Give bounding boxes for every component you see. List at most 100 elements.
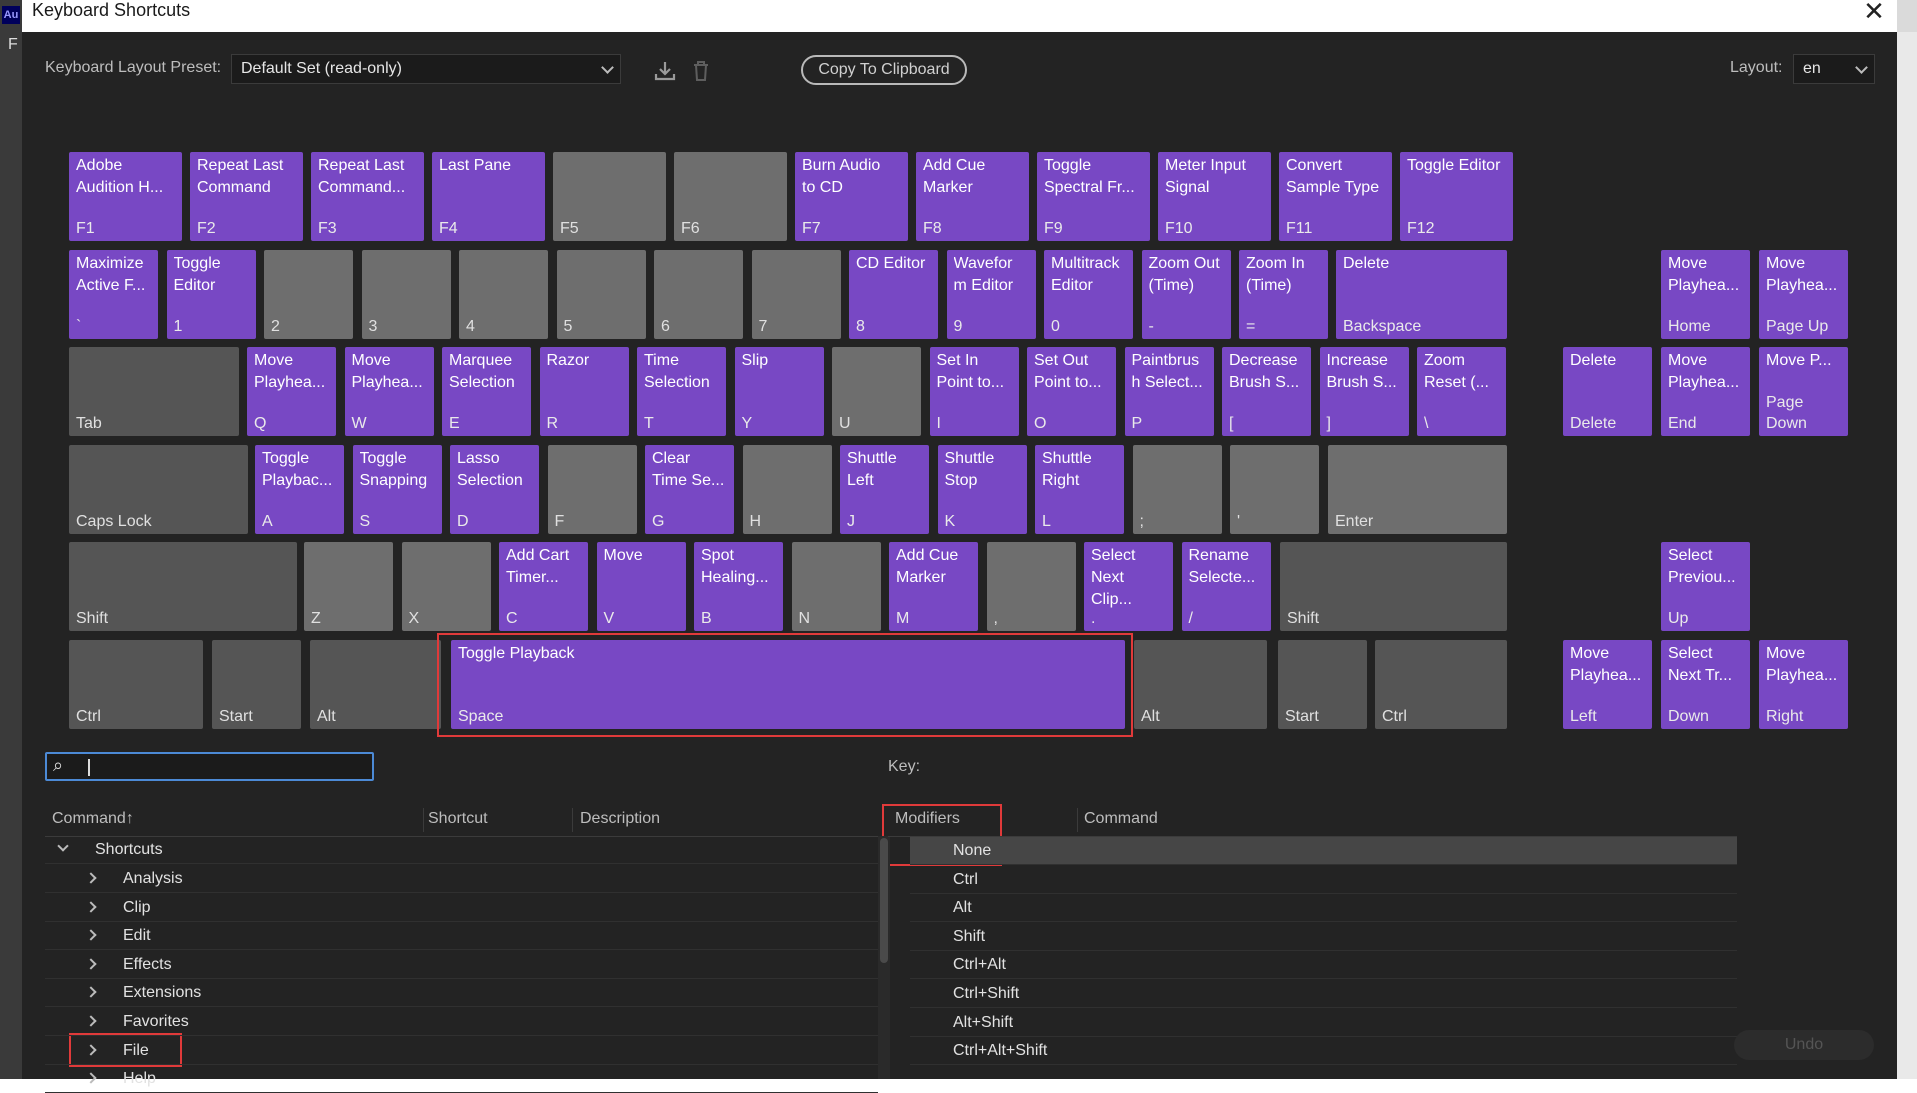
modifier-row-alt-shift[interactable]: Alt+Shift [910, 1009, 1737, 1037]
key-f3[interactable]: Repeat Last Command... F3 [311, 152, 424, 241]
key-c[interactable]: Add Cart Timer... C [499, 542, 588, 631]
key-symbol[interactable]: Zoom In (Time) = [1239, 250, 1328, 339]
key-f8[interactable]: Add Cue Marker F8 [916, 152, 1029, 241]
key-symbol[interactable]: Increase Brush S...] [1319, 347, 1409, 436]
modifier-row-none[interactable]: None [910, 837, 1737, 865]
search-input[interactable]: ⌕ [45, 752, 374, 781]
key-e[interactable]: Marquee Selection E [442, 347, 531, 436]
key-s[interactable]: Toggle Snapping S [352, 445, 442, 534]
key-f1[interactable]: Adobe Audition H... F1 [69, 152, 182, 241]
key-shift[interactable]: Shift [1280, 542, 1507, 631]
key-symbol[interactable]: ' [1230, 445, 1319, 534]
tree-item-effects[interactable]: Effects [45, 951, 878, 979]
key-right[interactable]: Move Playhea... Right [1759, 640, 1848, 729]
key-8[interactable]: CD Editor 8 [849, 250, 938, 339]
key-y[interactable]: Slip Y [734, 347, 824, 436]
key-4[interactable]: 4 [459, 250, 548, 339]
key-9[interactable]: Wavefor m Editor 9 [946, 250, 1036, 339]
key-caps-lock[interactable]: Caps Lock [69, 445, 248, 534]
scrollbar-thumb[interactable] [880, 838, 888, 963]
chevron-right-icon[interactable] [85, 900, 97, 913]
key-page-down[interactable]: Move P... Page Down [1759, 347, 1848, 436]
key-j[interactable]: Shuttle Left J [840, 445, 929, 534]
column-header-shortcut[interactable]: Shortcut [428, 810, 488, 828]
key-0[interactable]: Multitrack Editor 0 [1044, 250, 1133, 339]
key-f12[interactable]: Toggle Editor F12 [1400, 152, 1513, 241]
copy-to-clipboard-button[interactable]: Copy To Clipboard [801, 55, 967, 85]
tree-item-help[interactable]: Help [45, 1065, 878, 1093]
key-tab[interactable]: Tab [69, 347, 239, 436]
key-3[interactable]: 3 [361, 250, 451, 339]
modifier-row-alt[interactable]: Alt [910, 894, 1737, 923]
key-down[interactable]: Select Next Tr... Down [1661, 640, 1750, 729]
tree-item-edit[interactable]: Edit [45, 922, 878, 951]
key-left[interactable]: Move Playhea... Left [1563, 640, 1652, 729]
key-end[interactable]: Move Playhea... End [1661, 347, 1750, 436]
key-f2[interactable]: Repeat Last Command F2 [190, 152, 303, 241]
key-f4[interactable]: Last Pane F4 [432, 152, 545, 241]
key-l[interactable]: Shuttle Right L [1035, 445, 1124, 534]
chevron-down-icon[interactable] [57, 840, 69, 852]
column-divider[interactable] [1077, 808, 1078, 832]
key-v[interactable]: Move V [596, 542, 686, 631]
key-backspace[interactable]: Delete Backspace [1336, 250, 1507, 339]
key-symbol[interactable]: Decrease Brush S... [ [1222, 347, 1311, 436]
tree-item-favorites[interactable]: Favorites [45, 1008, 878, 1036]
key-u[interactable]: U [832, 347, 921, 436]
modifier-row-ctrl-shift[interactable]: Ctrl+Shift [910, 980, 1737, 1008]
key-z[interactable]: Z [304, 542, 393, 631]
key-space[interactable]: Toggle Playback Space [451, 640, 1125, 729]
key-b[interactable]: Spot Healing... B [694, 542, 783, 631]
trash-icon[interactable] [688, 58, 714, 84]
close-icon[interactable]: ✕ [1859, 0, 1889, 28]
key-r[interactable]: Razor R [539, 347, 629, 436]
chevron-right-icon[interactable] [85, 872, 97, 884]
download-icon[interactable] [652, 58, 678, 84]
key-t[interactable]: Time Selection T [637, 347, 726, 436]
scrollbar[interactable] [878, 836, 890, 1079]
chevron-right-icon[interactable] [85, 1072, 97, 1084]
key-shift[interactable]: Shift [69, 542, 297, 631]
key-alt[interactable]: Alt [1134, 640, 1267, 729]
tree-item-analysis[interactable]: Analysis [45, 865, 878, 893]
key-delete[interactable]: Delete Delete [1563, 347, 1652, 436]
key-q[interactable]: Move Playhea... Q [247, 347, 336, 436]
key-symbol[interactable]: Select Next Clip.... [1084, 542, 1173, 631]
chevron-right-icon[interactable] [85, 929, 97, 941]
key-a[interactable]: Toggle Playbac... A [255, 445, 344, 534]
key-page-up[interactable]: Move Playhea... Page Up [1759, 250, 1848, 339]
key-2[interactable]: 2 [264, 250, 353, 339]
chevron-right-icon[interactable] [85, 1015, 97, 1027]
key-f9[interactable]: Toggle Spectral Fr... F9 [1037, 152, 1150, 241]
key-symbol[interactable]: Zoom Out (Time) - [1141, 250, 1231, 339]
column-divider[interactable] [572, 808, 573, 832]
key-start[interactable]: Start [212, 640, 301, 729]
modifier-row-shift[interactable]: Shift [910, 923, 1737, 951]
key-o[interactable]: Set Out Point to... O [1027, 347, 1116, 436]
key-up[interactable]: Select Previou... Up [1661, 542, 1750, 631]
key-alt[interactable]: Alt [310, 640, 441, 729]
column-header-description[interactable]: Description [580, 810, 660, 828]
tree-item-shortcuts[interactable]: Shortcuts [45, 836, 878, 864]
chevron-right-icon[interactable] [85, 1043, 97, 1056]
key-f5[interactable]: F5 [553, 152, 666, 241]
key-symbol[interactable]: Maximize Active F... ` [69, 250, 158, 339]
key-start[interactable]: Start [1278, 640, 1367, 729]
preset-dropdown[interactable]: Default Set (read-only) [231, 54, 621, 84]
key-f[interactable]: F [547, 445, 637, 534]
key-x[interactable]: X [401, 542, 491, 631]
layout-dropdown[interactable]: en [1793, 54, 1875, 84]
chevron-right-icon[interactable] [85, 958, 97, 970]
key-k[interactable]: Shuttle Stop K [937, 445, 1027, 534]
key-ctrl[interactable]: Ctrl [69, 640, 203, 729]
key-f7[interactable]: Burn Audio to CD F7 [795, 152, 908, 241]
chevron-right-icon[interactable] [85, 986, 97, 999]
column-header-command[interactable]: Command↑ [52, 810, 134, 828]
key-1[interactable]: Toggle Editor 1 [166, 250, 256, 339]
key-f6[interactable]: F6 [674, 152, 787, 241]
key-g[interactable]: Clear Time Se... G [645, 445, 734, 534]
column-divider[interactable] [423, 808, 424, 832]
key-symbol[interactable]: Zoom Reset (... \ [1417, 347, 1506, 436]
key-i[interactable]: Set In Point to... I [929, 347, 1019, 436]
key-w[interactable]: Move Playhea... W [344, 347, 434, 436]
